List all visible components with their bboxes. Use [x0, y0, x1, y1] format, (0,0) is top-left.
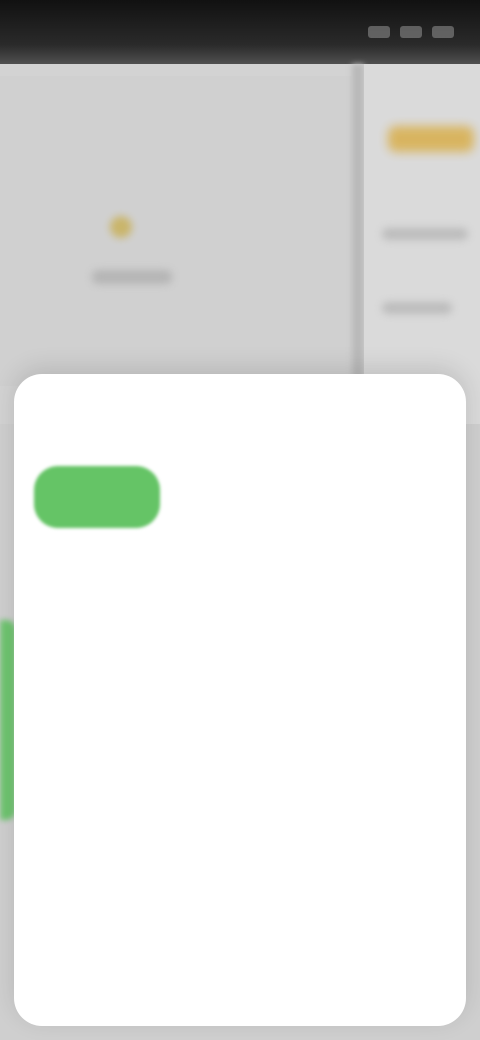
option-cell[interactable] — [314, 742, 452, 812]
option-cell[interactable] — [171, 602, 309, 672]
status-icons — [354, 22, 454, 42]
map-pin-label — [92, 270, 172, 284]
status-bar — [0, 0, 480, 64]
option-cell[interactable] — [171, 742, 309, 812]
status-time — [22, 16, 142, 46]
battery-icon — [432, 26, 454, 38]
option-cell[interactable] — [314, 532, 452, 602]
background-side-panel — [364, 64, 480, 424]
option-cell[interactable] — [314, 602, 452, 672]
option-cell[interactable] — [314, 672, 452, 742]
option-cell[interactable] — [171, 462, 309, 532]
option-cell[interactable] — [28, 812, 166, 882]
background-text-line — [382, 228, 468, 240]
background-text-line — [382, 302, 452, 314]
background-highlight-bar — [388, 126, 474, 152]
option-cell[interactable] — [171, 672, 309, 742]
bottom-sheet — [14, 374, 466, 1026]
option-cell[interactable] — [28, 672, 166, 742]
app-screen — [0, 0, 480, 1040]
option-cell[interactable] — [34, 466, 160, 528]
option-cell[interactable] — [171, 812, 309, 882]
map-pin-icon — [110, 216, 132, 238]
option-cell[interactable] — [314, 462, 452, 532]
option-grid — [28, 462, 452, 882]
option-cell[interactable] — [28, 742, 166, 812]
wifi-icon — [400, 26, 422, 38]
option-cell[interactable] — [28, 532, 166, 602]
option-cell[interactable] — [171, 532, 309, 602]
sheet-title — [34, 398, 294, 428]
background-content — [0, 64, 480, 424]
background-map-panel — [0, 76, 352, 386]
option-cell[interactable] — [28, 602, 166, 672]
option-cell[interactable] — [314, 812, 452, 882]
signal-icon — [368, 26, 390, 38]
background-divider — [352, 64, 364, 424]
